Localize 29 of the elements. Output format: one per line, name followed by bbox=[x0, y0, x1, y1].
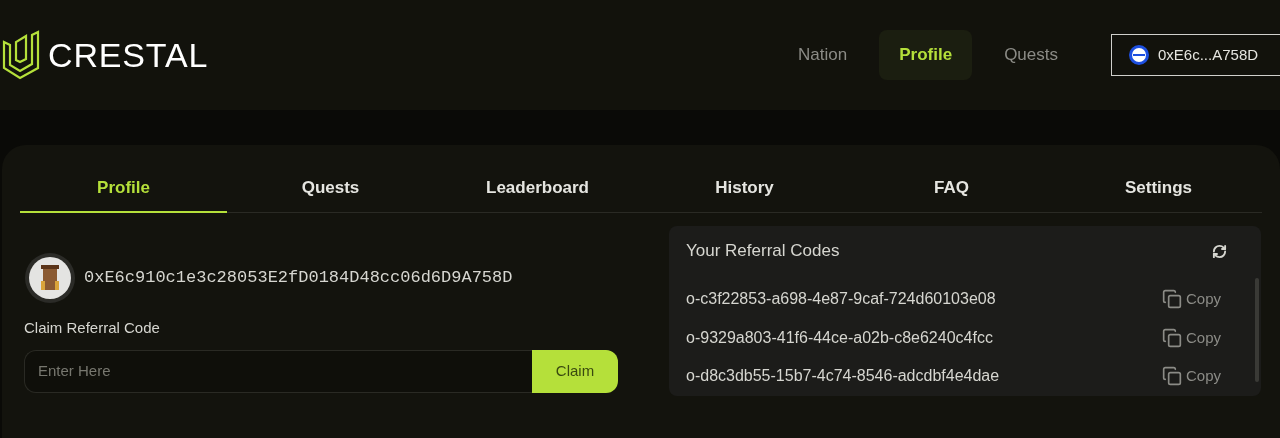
referral-code: o-d8c3db55-15b7-4c74-8546-adcdbf4e4dae bbox=[686, 366, 1000, 387]
claim-button[interactable]: Claim bbox=[532, 349, 618, 393]
copy-button[interactable]: Copy bbox=[1161, 288, 1221, 311]
panel-title: Your Referral Codes bbox=[686, 240, 840, 263]
tab[interactable]: FAQ bbox=[848, 165, 1055, 213]
nav-link[interactable]: Nation bbox=[778, 30, 868, 80]
nav-link[interactable]: Quests bbox=[984, 30, 1078, 80]
copy-button[interactable]: Copy bbox=[1161, 326, 1221, 349]
logo-icon bbox=[2, 30, 40, 80]
avatar bbox=[24, 252, 76, 304]
tab[interactable]: Quests bbox=[227, 165, 434, 213]
copy-button[interactable]: Copy bbox=[1161, 365, 1221, 388]
tab[interactable]: Profile bbox=[20, 165, 227, 213]
wallet-address: 0xE6c910c1e3c28053E2fD0184D48cc06d6D9A758D bbox=[84, 267, 513, 290]
referral-code-field[interactable]: Enter Here bbox=[24, 349, 532, 393]
brand-name: CRESTAL bbox=[48, 34, 209, 76]
tab[interactable]: Leaderboard bbox=[434, 165, 641, 213]
wallet-icon bbox=[1128, 44, 1150, 66]
copy-icon bbox=[1161, 366, 1182, 387]
referral-code: o-c3f22853-a698-4e87-9caf-724d60103e08 bbox=[686, 289, 996, 310]
copy-icon bbox=[1161, 327, 1182, 348]
nav-link[interactable]: Profile bbox=[879, 30, 973, 80]
refresh-icon[interactable] bbox=[1212, 243, 1227, 259]
tab[interactable]: History bbox=[641, 165, 848, 213]
referral-code: o-9329a803-41f6-44ce-a02b-c8e6240c4fcc bbox=[686, 327, 993, 348]
wallet-button[interactable]: 0xE6c...A758D bbox=[1111, 34, 1280, 76]
field-label: Claim Referral Code bbox=[24, 318, 161, 338]
tab[interactable]: Settings bbox=[1055, 165, 1262, 213]
copy-icon bbox=[1161, 289, 1182, 310]
